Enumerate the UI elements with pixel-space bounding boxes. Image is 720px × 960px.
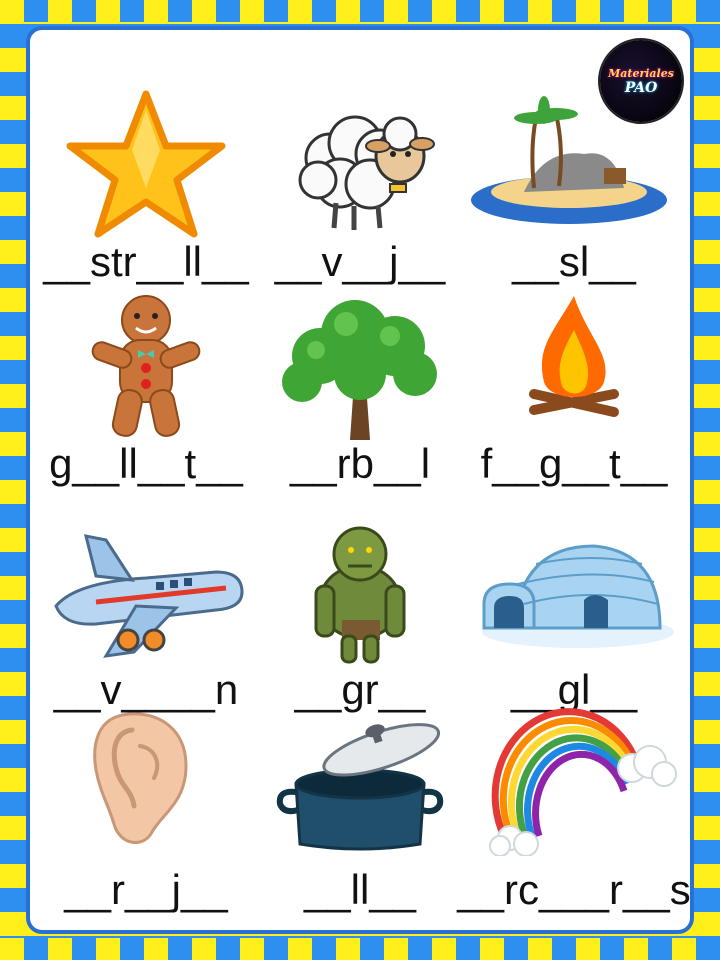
item-igloo: __gl__	[464, 516, 684, 726]
rainbow-icon	[489, 708, 677, 856]
star-icon	[66, 90, 226, 238]
word-blank: f__g__t__	[480, 440, 668, 487]
word-blank: __sl__	[512, 238, 636, 285]
igloo-icon	[482, 544, 674, 648]
gingerbread-icon	[91, 295, 201, 437]
item-ear: __r__j__	[36, 706, 256, 916]
item-airplane: __v____n	[36, 516, 256, 726]
word-blank: g__ll__t__	[49, 440, 243, 487]
island-icon	[471, 96, 667, 224]
word-blank: __ll__	[303, 866, 417, 913]
word-blank: __r__j__	[64, 866, 228, 913]
ogre-icon	[314, 526, 406, 664]
item-tree: __rb__l	[250, 290, 470, 500]
item-ogre: __gr__	[250, 516, 470, 726]
word-blank: __v__j__	[274, 238, 446, 285]
word-blank: __rb__l	[289, 440, 431, 487]
item-gingerbread: g__ll__t__	[36, 290, 256, 500]
item-island: __sl__	[464, 88, 684, 298]
pot-icon	[276, 723, 444, 851]
tree-icon	[282, 300, 437, 440]
item-rainbow: __rc___r__s	[457, 706, 691, 916]
ear-icon	[93, 712, 188, 844]
word-blank: __str__ll__	[43, 238, 249, 285]
item-sheep: __v__j__	[250, 88, 470, 298]
airplane-icon	[54, 534, 244, 658]
striped-border-frame: Materiales PAO __str__ll__ __v__j__ __sl…	[0, 0, 720, 960]
item-campfire: f__g__t__	[464, 290, 684, 500]
logo-text-line1: Materiales	[608, 66, 674, 80]
item-pot: __ll__	[250, 706, 470, 916]
campfire-icon	[529, 296, 619, 417]
word-blank: __rc___r__s	[457, 866, 691, 913]
worksheet: Materiales PAO __str__ll__ __v__j__ __sl…	[26, 26, 694, 934]
item-star: __str__ll__	[36, 88, 256, 298]
sheep-icon	[298, 115, 435, 230]
